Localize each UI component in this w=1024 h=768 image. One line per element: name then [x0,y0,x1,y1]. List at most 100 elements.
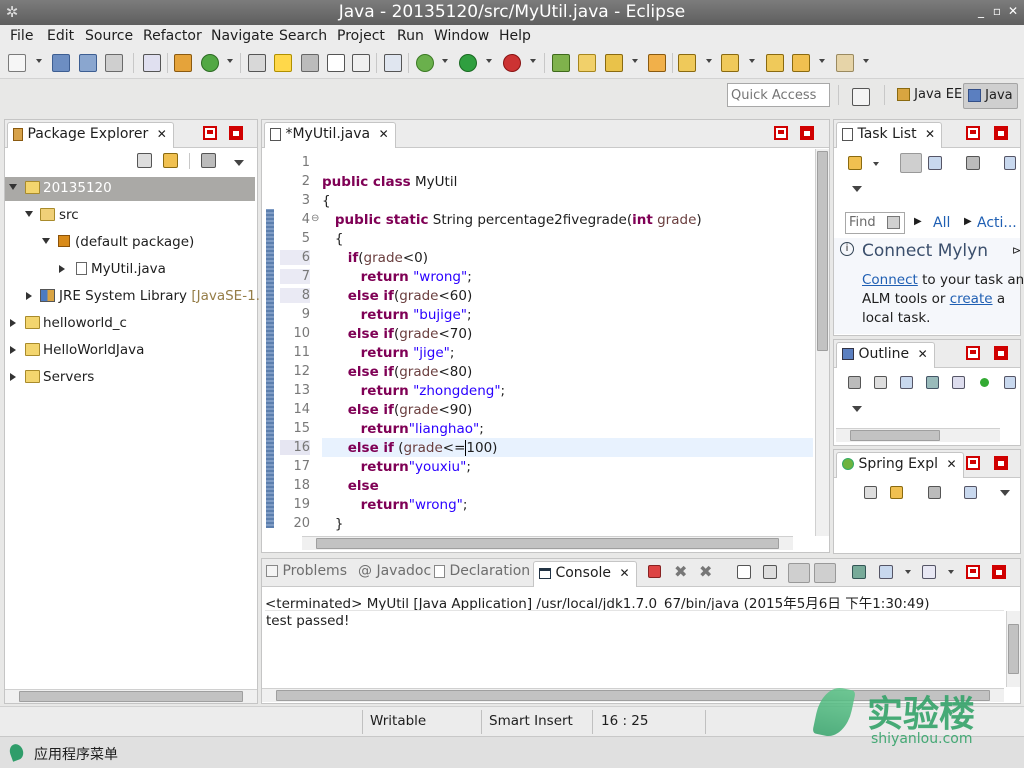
next-annotation-dropdown-icon[interactable] [706,59,712,63]
open-perspective-icon[interactable] [852,88,870,106]
refresh-dropdown-icon[interactable] [227,59,233,63]
new-java-project-icon[interactable] [552,54,570,72]
new-package-icon[interactable] [174,54,192,72]
find-options-icon[interactable] [887,216,900,229]
menu-navigate[interactable]: Navigate [211,28,274,44]
find-tasks-input[interactable]: Find [845,212,905,234]
minimize-icon[interactable] [203,126,217,140]
close-window-icon[interactable]: ✕ [1006,4,1020,18]
close-icon[interactable]: ✕ [925,127,935,141]
tab-task-list[interactable]: Task List ✕ [836,122,943,148]
minimize-icon[interactable] [966,456,980,470]
menu-edit[interactable]: Edit [47,28,74,44]
minimize-icon[interactable] [774,126,788,140]
restore-window-icon[interactable]: ▫ [990,4,1004,18]
pen-dropdown-icon[interactable] [632,59,638,63]
print-icon[interactable] [105,54,123,72]
app-menu-button[interactable]: 应用程序菜单 [34,744,118,764]
debug-icon[interactable] [416,54,434,72]
minimize-icon[interactable] [966,126,980,140]
debug-dropdown-icon[interactable] [442,59,448,63]
view-menu-icon[interactable] [234,160,244,166]
minimize-icon[interactable] [966,346,980,360]
open-folder-icon[interactable] [578,54,596,72]
tab-console[interactable]: Console ✕ [533,561,637,587]
back-arrow-icon[interactable] [792,54,810,72]
show-on-stderr-icon[interactable] [814,563,836,583]
tab-declaration[interactable]: Declaration [434,563,530,585]
new-dropdown-icon[interactable] [36,59,42,63]
remove-all-terminated-icon[interactable]: ✖ [699,562,712,581]
spring-filter-icon[interactable] [928,486,941,499]
terminate-icon[interactable] [648,565,661,578]
previous-annotation-dropdown-icon[interactable] [749,59,755,63]
skip-breakpoints-icon[interactable] [384,54,402,72]
menu-help[interactable]: Help [499,28,531,44]
new-task-dropdown-icon[interactable] [873,162,879,166]
run-external-icon[interactable] [503,54,521,72]
quick-access-input[interactable] [727,83,830,107]
close-icon[interactable]: ✕ [157,127,167,141]
task-list-view-menu-icon[interactable] [852,186,862,192]
open-task-icon[interactable] [648,54,666,72]
back-dropdown-icon[interactable] [819,59,825,63]
outline-view-menu-icon[interactable] [852,406,862,412]
tree-item-myutil-java[interactable]: MyUtil.java [5,258,255,282]
console-output[interactable]: test passed! [266,613,349,629]
hide-local-types-icon[interactable] [1004,376,1016,389]
perspective-java[interactable]: Java [963,83,1018,109]
run-dropdown-icon[interactable] [486,59,492,63]
save-all-icon[interactable] [79,54,97,72]
tab-spring-explorer[interactable]: Spring Expl ✕ [836,452,964,478]
clear-console-icon[interactable] [737,565,751,579]
menu-file[interactable]: File [10,28,33,44]
close-icon[interactable]: ✕ [619,566,629,580]
save-icon[interactable] [52,54,70,72]
maximize-icon[interactable] [992,565,1006,579]
show-all-link[interactable]: All [933,215,950,231]
maximize-icon[interactable] [229,126,243,140]
toggle-breadcrumb-icon[interactable] [301,54,319,72]
pin-console-icon[interactable] [852,565,866,579]
tree-item-project-20135120[interactable]: 20135120 [5,177,255,201]
console-vscroll[interactable] [1006,611,1020,687]
tab-javadoc[interactable]: @ Javadoc [358,563,431,585]
menu-search[interactable]: Search [279,28,327,44]
previous-annotation-icon[interactable] [721,54,739,72]
code-editor[interactable]: 1 2 3 4 5 6 7 8 9 10 11 12 13 14 15 16 1… [280,150,813,536]
tab-problems[interactable]: Problems [266,563,347,585]
run-icon[interactable] [459,54,477,72]
create-link[interactable]: create [950,291,993,307]
maximize-icon[interactable] [994,346,1008,360]
categorized-icon[interactable] [900,153,922,173]
forward-dropdown-icon[interactable] [863,59,869,63]
hide-fields-icon[interactable] [926,376,939,389]
sort-icon[interactable] [900,376,913,389]
editor-hscroll[interactable] [302,536,793,550]
open-type-icon[interactable] [248,54,266,72]
tab-myutil-java[interactable]: *MyUtil.java ✕ [264,122,396,148]
collapse-all-icon[interactable] [137,153,152,168]
editor-vscroll[interactable] [815,149,829,536]
link-with-editor-icon[interactable] [163,153,178,168]
show-whitespace-icon[interactable] [352,54,370,72]
spring-link-icon[interactable] [890,486,903,499]
display-console-dropdown-icon[interactable] [905,570,911,574]
outline-focus-icon[interactable] [848,376,861,389]
activate-task-link[interactable]: Acti... [977,215,1017,231]
focus-workweek-icon[interactable] [966,156,980,170]
fold-collapse-icon[interactable]: ⊖ [311,213,319,224]
scroll-lock-icon[interactable] [763,565,777,579]
menu-refactor[interactable]: Refactor [143,28,202,44]
next-annotation-icon[interactable] [678,54,696,72]
close-icon[interactable]: ✕ [918,347,928,361]
open-console-icon[interactable] [922,565,936,579]
remove-launch-icon[interactable]: ✖ [674,562,687,581]
close-icon[interactable]: ✕ [946,457,956,471]
hide-completed-icon[interactable] [1004,156,1016,170]
minimize-icon[interactable] [966,565,980,579]
maximize-icon[interactable] [800,126,814,140]
run-external-dropdown-icon[interactable] [530,59,536,63]
menu-run[interactable]: Run [397,28,424,44]
outline-hscroll[interactable] [836,428,1000,442]
